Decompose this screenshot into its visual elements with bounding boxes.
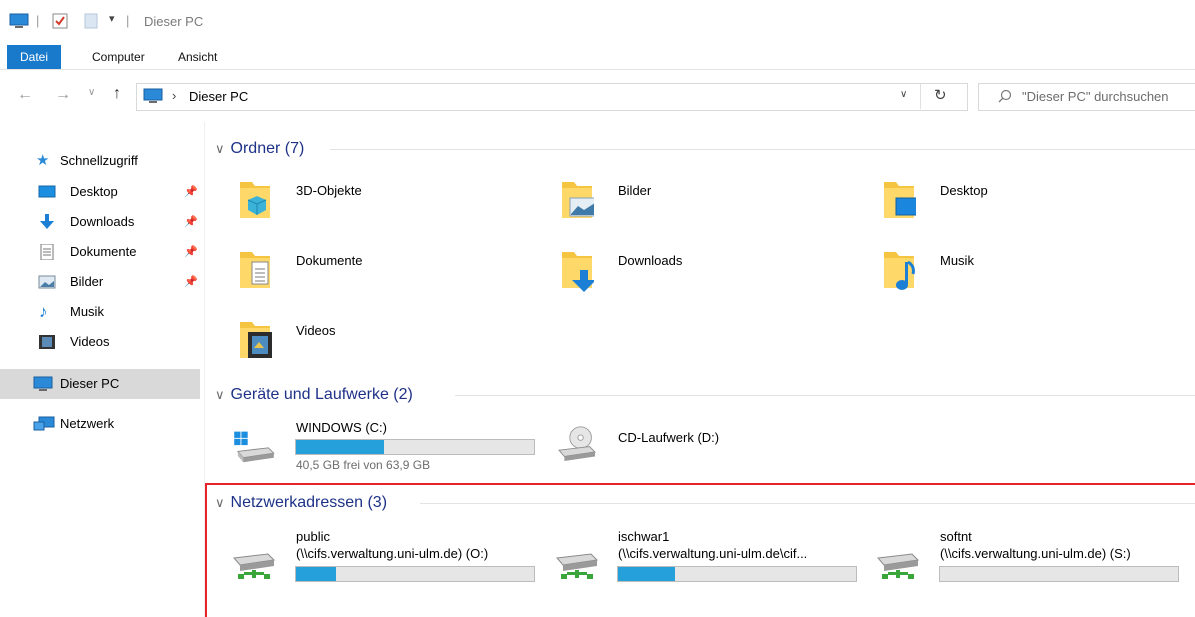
folder-documents[interactable]: Dokumente: [296, 253, 362, 268]
title-bar: | ▾ | Dieser PC: [0, 0, 1195, 42]
desktop-folder-icon: [884, 182, 916, 218]
drive-d-label[interactable]: CD-Laufwerk (D:): [618, 430, 719, 445]
sidebar-item-label: Videos: [70, 334, 110, 349]
sidebar-item-downloads[interactable]: Downloads 📌: [0, 208, 204, 236]
tab-file[interactable]: Datei: [7, 45, 61, 69]
folder-desktop[interactable]: Desktop: [940, 183, 988, 198]
section-header-network[interactable]: ∨ Netzwerkadressen (3): [215, 494, 387, 512]
folder-downloads[interactable]: Downloads: [618, 253, 682, 268]
section-title: Ordner (7): [230, 140, 305, 157]
usage-fill: [618, 567, 676, 581]
this-pc-icon: [9, 13, 29, 28]
network-drive-public-usage-bar: [295, 566, 535, 582]
address-bar[interactable]: [136, 83, 968, 111]
properties-icon[interactable]: [52, 13, 68, 29]
network-drive-public-path: (\\cifs.verwaltung.uni-ulm.de) (O:): [296, 546, 489, 561]
windows-drive-icon: [234, 431, 275, 463]
sidebar-item-this-pc[interactable]: Dieser PC: [0, 369, 200, 399]
section-title: Geräte und Laufwerke (2): [230, 386, 413, 403]
music-folder-icon: [884, 252, 915, 290]
back-arrow-icon[interactable]: ←: [17, 86, 33, 104]
sidebar-item-documents[interactable]: Dokumente 📌: [0, 238, 204, 266]
sidebar-item-label: Downloads: [70, 214, 135, 229]
pictures-folder-icon: [562, 182, 594, 218]
window-title: Dieser PC: [144, 14, 204, 29]
this-pc-icon: [33, 376, 53, 391]
folder-videos[interactable]: Videos: [296, 323, 336, 338]
sidebar-item-network[interactable]: Netzwerk: [0, 410, 204, 438]
drive-c-label[interactable]: WINDOWS (C:): [296, 420, 387, 435]
sidebar-item-label: Dokumente: [70, 244, 137, 259]
sidebar-item-music[interactable]: ♪ Musik: [0, 298, 204, 326]
address-dropdown-icon[interactable]: ∨: [900, 89, 907, 100]
pin-icon[interactable]: 📌: [184, 208, 198, 236]
pin-icon[interactable]: 📌: [184, 268, 198, 296]
separator: |: [36, 13, 40, 28]
network-drive-ischwar1-label[interactable]: ischwar1: [618, 529, 669, 544]
network-drive-softnt-label[interactable]: softnt: [940, 529, 972, 544]
downloads-folder-icon: [562, 252, 594, 292]
tab-view[interactable]: Ansicht: [178, 46, 217, 69]
network-drive-icon: [556, 553, 599, 579]
sidebar-item-pictures[interactable]: Bilder 📌: [0, 268, 204, 296]
documents-icon: [40, 244, 54, 260]
sidebar-item-desktop[interactable]: Desktop 📌: [0, 178, 204, 206]
usage-fill: [296, 440, 385, 454]
pin-icon[interactable]: 📌: [184, 238, 198, 266]
sidebar-item-videos[interactable]: Videos: [0, 328, 204, 356]
network-drive-ischwar1-usage-bar: [617, 566, 857, 582]
this-pc-icon: [143, 88, 163, 103]
network-drive-ischwar1-path: (\\cifs.verwaltung.uni-ulm.de\cif...: [618, 546, 808, 561]
desktop-icon: [38, 185, 56, 198]
section-header-devices[interactable]: ∨ Geräte und Laufwerke (2): [215, 386, 413, 404]
videos-folder-icon: [240, 322, 272, 358]
sidebar-item-quick-access[interactable]: ★ Schnellzugriff: [0, 147, 204, 175]
drive-c-usage-bar: [295, 439, 535, 455]
separator: |: [126, 13, 130, 28]
up-arrow-icon[interactable]: ↑: [113, 85, 121, 103]
cd-drive-icon: [558, 426, 596, 461]
forward-arrow-icon[interactable]: →: [55, 86, 71, 104]
new-folder-icon[interactable]: [84, 13, 98, 29]
section-header-folders[interactable]: ∨ Ordner (7): [215, 140, 304, 158]
sidebar-item-label: Dieser PC: [60, 376, 120, 391]
folder-music[interactable]: Musik: [940, 253, 974, 268]
network-drive-icon: [877, 553, 920, 579]
folder-pictures[interactable]: Bilder: [618, 183, 651, 198]
collapse-chevron-icon[interactable]: ∨: [215, 495, 225, 510]
network-drive-icon: [233, 553, 276, 579]
customize-qat-icon[interactable]: ▾: [109, 12, 115, 25]
collapse-chevron-icon[interactable]: ∨: [215, 387, 225, 402]
network-drive-softnt-path: (\\cifs.verwaltung.uni-ulm.de) (S:): [940, 546, 1131, 561]
search-icon: [998, 89, 1012, 103]
videos-icon: [39, 335, 55, 349]
network-drive-softnt-usage-bar: [939, 566, 1179, 582]
drive-c-free-space: 40,5 GB frei von 63,9 GB: [296, 458, 431, 472]
collapse-chevron-icon[interactable]: ∨: [215, 141, 225, 156]
network-drive-public-label[interactable]: public: [296, 529, 330, 544]
folder-3d-objects[interactable]: 3D-Objekte: [296, 183, 362, 198]
pin-icon[interactable]: 📌: [184, 178, 198, 206]
sidebar-item-label: Desktop: [70, 184, 118, 199]
star-icon: ★: [36, 152, 50, 169]
sidebar-item-label: Schnellzugriff: [60, 153, 138, 168]
sidebar-item-label: Bilder: [70, 274, 104, 289]
breadcrumb-this-pc[interactable]: Dieser PC: [189, 89, 248, 104]
recent-locations-icon[interactable]: ∨: [88, 87, 95, 98]
sidebar-item-label: Netzwerk: [60, 416, 115, 431]
downloads-icon: [40, 214, 54, 229]
music-icon: ♪: [39, 302, 48, 321]
usage-fill: [296, 567, 337, 581]
refresh-icon[interactable]: ↻: [934, 86, 947, 104]
pictures-icon: [38, 275, 56, 289]
documents-folder-icon: [240, 252, 270, 288]
tab-computer[interactable]: Computer: [92, 46, 145, 69]
3d-objects-folder-icon: [240, 182, 270, 218]
network-icon: [33, 416, 55, 431]
breadcrumb-chevron-icon[interactable]: ›: [172, 88, 176, 103]
section-title: Netzwerkadressen (3): [230, 494, 388, 511]
sidebar-item-label: Musik: [70, 304, 104, 319]
search-placeholder: "Dieser PC" durchsuchen: [1022, 89, 1169, 104]
